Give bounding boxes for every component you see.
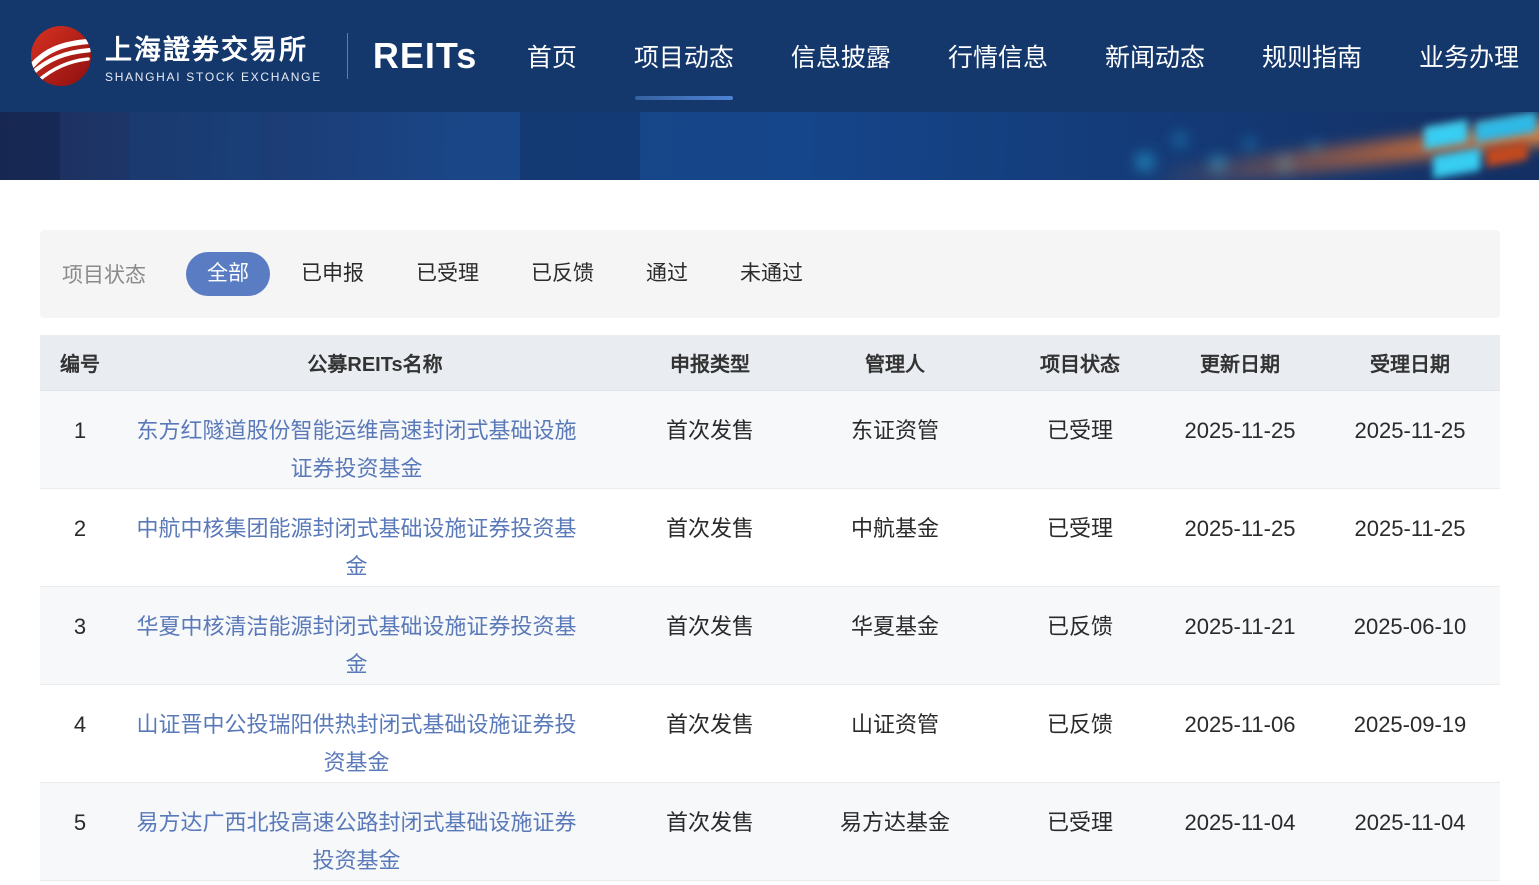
table-row: 3 华夏中核清洁能源封闭式基础设施证券投资基金 首次发售 华夏基金 已反馈 2025-11…: [40, 586, 1500, 684]
table-row: 2 中航中核集团能源封闭式基础设施证券投资基金 首次发售 中航基金 已受理 2025-11…: [40, 488, 1500, 586]
fund-name-cell: 中航中核集团能源封闭式基础设施证券投资基金: [120, 488, 630, 586]
nav-item-3[interactable]: 信息披露: [791, 38, 891, 74]
project-status: 已反馈: [1046, 711, 1113, 737]
manager-name: 华夏基金: [850, 613, 939, 639]
filter-label: 项目状态: [62, 264, 146, 287]
fund-name-link[interactable]: 华夏中核清洁能源封闭式基础设施证券投资基金: [136, 614, 576, 677]
fund-name-cell: 华夏中核清洁能源封闭式基础设施证券投资基金: [120, 586, 630, 684]
filter-option-6[interactable]: 未通过: [719, 252, 824, 296]
table-row: 4 山证晋中公投瑞阳供热封闭式基础设施证券投资基金 首次发售 山证资管 已反馈 2025-…: [40, 684, 1500, 782]
table-header: 编号 公募REITs名称 申报类型 管理人 项目状态 更新日期 受理日期: [40, 335, 1500, 391]
manager-name: 山证资管: [850, 711, 939, 737]
application-type: 首次发售: [665, 809, 754, 835]
manager-name: 东证资管: [850, 417, 939, 443]
nav-item-5[interactable]: 新闻动态: [1105, 38, 1205, 74]
table-header-row: 编号 公募REITs名称 申报类型 管理人 项目状态 更新日期 受理日期: [40, 335, 1500, 391]
table-row: 1 东方红隧道股份智能运维高速封闭式基础设施证券投资基金 首次发售 东证资管 已受理 20…: [40, 390, 1500, 488]
application-type: 首次发售: [665, 613, 754, 639]
update-date: 2025-11-21: [1184, 613, 1296, 639]
brand-product-reits: REITs: [372, 35, 478, 76]
fund-name-link[interactable]: 山证晋中公投瑞阳供热封闭式基础设施证券投资基金: [136, 712, 576, 775]
column-header-6: 更新日期: [1160, 335, 1320, 391]
update-date: 2025-11-25: [1184, 515, 1296, 541]
main-nav: 首页 项目动态 信息披露 行情信息 新闻动态 规则指南 业务办理: [527, 38, 1519, 100]
brand[interactable]: 上海證券交易所 SHANGHAI STOCK EXCHANGE REITs: [30, 25, 477, 87]
row-number: 1: [73, 417, 87, 443]
application-type: 首次发售: [665, 417, 754, 443]
application-type: 首次发售: [665, 711, 754, 737]
column-header-7: 受理日期: [1320, 335, 1500, 391]
accept-date: 2025-06-10: [1353, 613, 1467, 639]
filter-option-1[interactable]: 全部: [186, 252, 270, 296]
reits-table: 编号 公募REITs名称 申报类型 管理人 项目状态 更新日期 受理日期 1 东方红隧道股份智…: [40, 335, 1500, 881]
hero-banner: [0, 112, 1539, 180]
fund-name-link[interactable]: 东方红隧道股份智能运维高速封闭式基础设施证券投资基金: [136, 418, 576, 481]
row-number: 4: [73, 711, 87, 737]
fund-name-cell: 山证晋中公投瑞阳供热封闭式基础设施证券投资基金: [120, 684, 630, 782]
sse-logo-icon: [30, 25, 92, 87]
column-header-4: 管理人: [790, 335, 1000, 391]
nav-item-1[interactable]: 首页: [527, 38, 577, 74]
update-date: 2025-11-06: [1184, 711, 1296, 737]
nav-item-2[interactable]: 项目动态: [634, 38, 734, 100]
filter-options: 全部 已申报 已受理 已反馈 通过 未通过: [186, 252, 824, 296]
column-header-5: 项目状态: [1000, 335, 1160, 391]
accept-date: 2025-09-19: [1353, 711, 1467, 737]
accept-date: 2025-11-04: [1354, 809, 1466, 835]
brand-name-zh: 上海證券交易所: [105, 35, 308, 66]
column-header-1: 编号: [40, 335, 120, 391]
row-number: 2: [73, 515, 87, 541]
manager-name: 易方达基金: [839, 809, 950, 835]
brand-divider: [346, 33, 348, 79]
fund-name-link[interactable]: 中航中核集团能源封闭式基础设施证券投资基金: [136, 516, 576, 579]
brand-name-en: SHANGHAI STOCK EXCHANGE: [105, 70, 322, 84]
row-number: 5: [73, 809, 87, 835]
project-status: 已受理: [1046, 515, 1113, 541]
top-navbar: 上海證券交易所 SHANGHAI STOCK EXCHANGE REITs 首页…: [0, 0, 1539, 112]
fund-name-cell: 易方达广西北投高速公路封闭式基础设施证券投资基金: [120, 782, 630, 880]
filter-option-2[interactable]: 已申报: [280, 252, 385, 296]
update-date: 2025-11-25: [1184, 417, 1296, 443]
nav-item-4[interactable]: 行情信息: [948, 38, 1048, 74]
column-header-3: 申报类型: [630, 335, 790, 391]
application-type: 首次发售: [665, 515, 754, 541]
filter-option-4[interactable]: 已反馈: [510, 252, 615, 296]
fund-name-link[interactable]: 易方达广西北投高速公路封闭式基础设施证券投资基金: [136, 810, 576, 873]
project-status-filter-bar: 项目状态 全部 已申报 已受理 已反馈 通过 未通过: [40, 230, 1500, 318]
fund-name-cell: 东方红隧道股份智能运维高速封闭式基础设施证券投资基金: [120, 390, 630, 488]
project-status: 已受理: [1046, 809, 1113, 835]
column-header-2: 公募REITs名称: [120, 335, 630, 391]
accept-date: 2025-11-25: [1354, 515, 1466, 541]
update-date: 2025-11-04: [1184, 809, 1296, 835]
filter-option-3[interactable]: 已受理: [395, 252, 500, 296]
nav-item-7[interactable]: 业务办理: [1419, 38, 1519, 74]
nav-item-6[interactable]: 规则指南: [1262, 38, 1362, 74]
content-panel: 项目状态 全部 已申报 已受理 已反馈 通过 未通过 编号 公募REITs名称 申报类型 管理人…: [0, 180, 1539, 881]
table-row: 5 易方达广西北投高速公路封闭式基础设施证券投资基金 首次发售 易方达基金 已受理 202…: [40, 782, 1500, 880]
filter-option-5[interactable]: 通过: [625, 252, 709, 296]
accept-date: 2025-11-25: [1354, 417, 1466, 443]
project-status: 已受理: [1046, 417, 1113, 443]
manager-name: 中航基金: [850, 515, 939, 541]
project-status: 已反馈: [1046, 613, 1113, 639]
row-number: 3: [73, 613, 87, 639]
